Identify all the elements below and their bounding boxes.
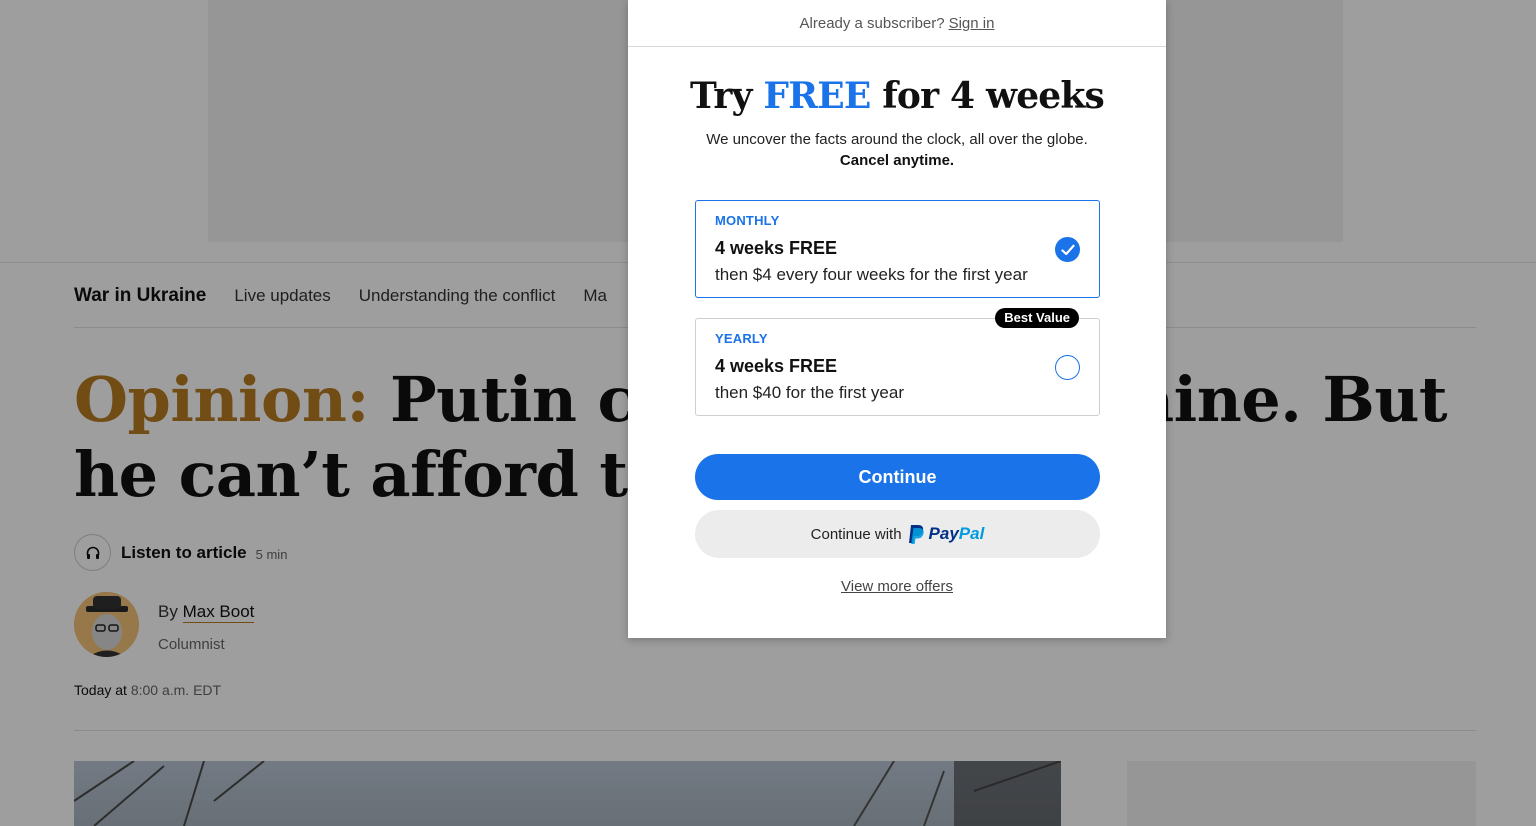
offer-yearly[interactable]: Best Value YEARLY 4 weeks FREE then $40 … — [695, 308, 1100, 416]
sign-in-link[interactable]: Sign in — [949, 15, 995, 32]
best-value-badge: Best Value — [995, 308, 1079, 328]
view-more-offers-link[interactable]: View more offers — [628, 578, 1166, 595]
offer-plan: MONTHLY — [715, 213, 780, 228]
cancel-anytime: Cancel anytime. — [839, 152, 955, 169]
check-icon[interactable] — [1055, 237, 1080, 262]
paypal-wordmark: PayPal — [928, 524, 985, 543]
subscription-modal: Already a subscriber? Sign in Try FREE f… — [628, 0, 1166, 638]
radio-empty-icon[interactable] — [1055, 355, 1080, 380]
offer-plan: YEARLY — [715, 331, 768, 346]
promo-title-pre: Try — [689, 75, 752, 117]
offer-trial: 4 weeks FREE — [715, 238, 838, 258]
promo-subtitle: We uncover the facts around the clock, a… — [628, 129, 1166, 171]
offer-price: then $4 every four weeks for the first y… — [715, 265, 1028, 284]
offer-trial: 4 weeks FREE — [715, 356, 838, 376]
promo-title-post: for 4 weeks — [882, 75, 1105, 117]
continue-button[interactable]: Continue — [695, 454, 1100, 500]
offer-monthly[interactable]: MONTHLY 4 weeks FREE then $4 every four … — [695, 200, 1100, 298]
paypal-logo-icon: PayPal — [907, 524, 985, 545]
subscriber-prompt: Already a subscriber? — [799, 14, 945, 32]
promo-title-free: FREE — [763, 75, 871, 117]
subscriber-bar: Already a subscriber? Sign in — [628, 0, 1166, 47]
promo-title: Try FREE for 4 weeks — [628, 72, 1166, 120]
paypal-button-label: Continue with — [810, 525, 902, 543]
offer-price: then $40 for the first year — [715, 383, 904, 402]
promo-subtitle-text: We uncover the facts around the clock, a… — [706, 131, 1088, 148]
paypal-button[interactable]: Continue with PayPal — [695, 510, 1100, 558]
